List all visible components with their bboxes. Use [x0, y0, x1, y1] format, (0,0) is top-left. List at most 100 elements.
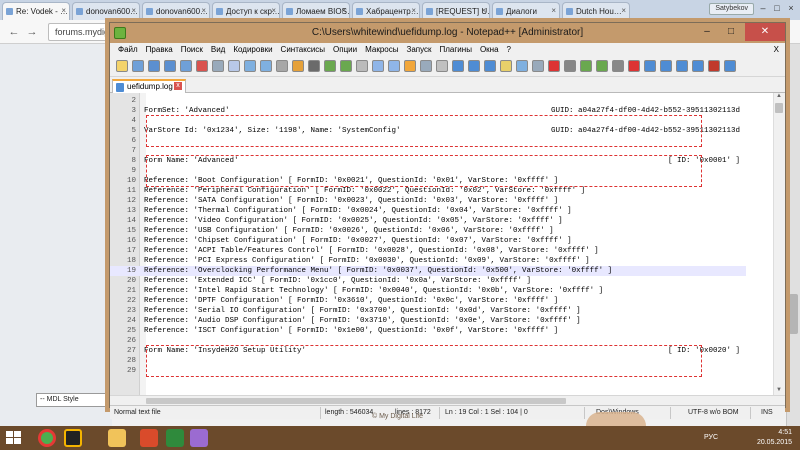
toolbar-tool-icon[interactable] — [468, 60, 480, 72]
toolbar-tool-icon[interactable] — [372, 60, 384, 72]
tab-close-icon[interactable]: × — [621, 6, 626, 15]
tab-close-icon[interactable]: × — [271, 6, 276, 15]
media-player-icon[interactable] — [140, 429, 158, 447]
toolbar-tool-icon[interactable] — [660, 60, 672, 72]
tab-close-icon[interactable]: × — [201, 6, 206, 15]
toolbar-tool-icon[interactable] — [340, 60, 352, 72]
toolbar-tool-icon[interactable] — [500, 60, 512, 72]
menu-item[interactable]: Файл — [114, 43, 142, 57]
toolbar-tool-icon[interactable] — [532, 60, 544, 72]
tab-uefidump-log[interactable]: uefidump.log x — [112, 79, 186, 93]
page-scrollbar[interactable] — [786, 44, 800, 426]
toolbar-tool-icon[interactable] — [196, 60, 208, 72]
toolbar-tool-icon[interactable] — [516, 60, 528, 72]
toolbar-tool-icon[interactable] — [308, 60, 320, 72]
toolbar-tool-icon[interactable] — [116, 60, 128, 72]
maximize-icon[interactable]: □ — [719, 23, 743, 41]
toolbar-tool-icon[interactable] — [548, 60, 560, 72]
close-icon[interactable]: ✕ — [745, 23, 785, 41]
toolbar-tool-icon[interactable] — [452, 60, 464, 72]
style-chooser-select[interactable]: -- MDL Style — [36, 393, 106, 407]
toolbar-tool-icon[interactable] — [612, 60, 624, 72]
minimize-icon[interactable]: – — [695, 23, 719, 41]
scroll-up-icon[interactable]: ▲ — [775, 93, 783, 101]
menu-item[interactable]: Кодировки — [229, 43, 276, 57]
horizontal-scrollbar[interactable] — [110, 395, 785, 405]
tab-close-icon[interactable]: x — [174, 82, 182, 90]
toolbar-tool-icon[interactable] — [212, 60, 224, 72]
menu-item[interactable]: ? — [503, 43, 515, 57]
browser-tab[interactable]: Dutch Hou… × — [562, 2, 630, 20]
toolbar-tool-icon[interactable] — [324, 60, 336, 72]
windows-start-icon[interactable] — [6, 431, 22, 445]
browser-tab[interactable]: Доступ к скр… × — [212, 2, 280, 20]
toolbar-tool-icon[interactable] — [276, 60, 288, 72]
toolbar-tool-icon[interactable] — [132, 60, 144, 72]
menu-item[interactable]: Вид — [207, 43, 229, 57]
toolbar-tool-icon[interactable] — [644, 60, 656, 72]
close-icon[interactable]: × — [784, 0, 798, 16]
toolbar-tool-icon[interactable] — [564, 60, 576, 72]
profile-button[interactable]: Satybekov — [709, 3, 754, 15]
menu-item[interactable]: Синтаксисы — [277, 43, 330, 57]
menu-item[interactable]: Правка — [142, 43, 177, 57]
chrome-icon[interactable] — [38, 429, 56, 447]
menu-item[interactable]: Окна — [476, 43, 503, 57]
toolbar-tool-icon[interactable] — [436, 60, 448, 72]
toolbar-tool-icon[interactable] — [260, 60, 272, 72]
folder-icon[interactable] — [108, 429, 126, 447]
toolbar-tool-icon[interactable] — [180, 60, 192, 72]
browser-tab[interactable]: [REQUEST] U… × — [422, 2, 490, 20]
toolbar-tool-icon[interactable] — [244, 60, 256, 72]
toolbar-tool-icon[interactable] — [148, 60, 160, 72]
tab-close-icon[interactable]: × — [131, 6, 136, 15]
toolbar-tool-icon[interactable] — [724, 60, 736, 72]
browser-tab[interactable]: donovan600… × — [72, 2, 140, 20]
toolbar-tool-icon[interactable] — [292, 60, 304, 72]
toolbar-tool-icon[interactable] — [676, 60, 688, 72]
menu-item[interactable]: Поиск — [177, 43, 207, 57]
menu-close-icon[interactable]: X — [770, 43, 785, 57]
maximize-icon[interactable]: □ — [770, 0, 784, 16]
browser-tab[interactable]: Хабрацентр… × — [352, 2, 420, 20]
aimp-icon[interactable] — [64, 429, 82, 447]
text-editor[interactable]: 2 3 FormSet: 'Advanced' GUID: a04a27f4-df00… — [110, 93, 785, 395]
app-icon[interactable] — [190, 429, 208, 447]
menu-item[interactable]: Макросы — [361, 43, 402, 57]
toolbar-tool-icon[interactable] — [164, 60, 176, 72]
tab-close-icon[interactable]: × — [481, 6, 486, 15]
browser-tab[interactable]: Диалоги × — [492, 2, 560, 20]
toolbar-tool-icon[interactable] — [596, 60, 608, 72]
tab-close-icon[interactable]: × — [551, 6, 556, 15]
toolbar-tool-icon[interactable] — [228, 60, 240, 72]
menu-item[interactable]: Плагины — [436, 43, 476, 57]
back-arrow-icon[interactable]: ← — [6, 24, 22, 40]
toolbar-tool-icon[interactable] — [484, 60, 496, 72]
vertical-scrollbar[interactable]: ▲ ▼ — [773, 93, 785, 395]
minimize-icon[interactable]: – — [756, 0, 770, 16]
menu-item[interactable]: Запуск — [402, 43, 435, 57]
browser-tab[interactable]: Re: Vodek - … × — [2, 2, 70, 20]
browser-tab[interactable]: Ломаем BIOS… × — [282, 2, 350, 20]
menu-item[interactable]: Опции — [329, 43, 361, 57]
toolbar-tool-icon[interactable] — [580, 60, 592, 72]
toolbar-tool-icon[interactable] — [388, 60, 400, 72]
toolbar-tool-icon[interactable] — [404, 60, 416, 72]
browser-tab[interactable]: donovan600… × — [142, 2, 210, 20]
toolbar-tool-icon[interactable] — [356, 60, 368, 72]
toolbar-tool-icon[interactable] — [628, 60, 640, 72]
forward-arrow-icon[interactable]: → — [24, 24, 40, 40]
tab-close-icon[interactable]: × — [61, 6, 66, 15]
scrollbar-thumb[interactable] — [775, 103, 783, 113]
notepadpp-icon[interactable] — [166, 429, 184, 447]
clock[interactable]: 4:51 20.05.2015 — [757, 428, 792, 448]
tab-close-icon[interactable]: × — [341, 6, 346, 15]
scroll-down-icon[interactable]: ▼ — [775, 387, 783, 395]
language-indicator[interactable]: РУС — [704, 434, 718, 441]
scrollbar-thumb[interactable] — [789, 294, 798, 334]
toolbar-tool-icon[interactable] — [692, 60, 704, 72]
scrollbar-thumb[interactable] — [146, 398, 566, 404]
toolbar-tool-icon[interactable] — [420, 60, 432, 72]
toolbar-tool-icon[interactable] — [708, 60, 720, 72]
tab-close-icon[interactable]: × — [411, 6, 416, 15]
